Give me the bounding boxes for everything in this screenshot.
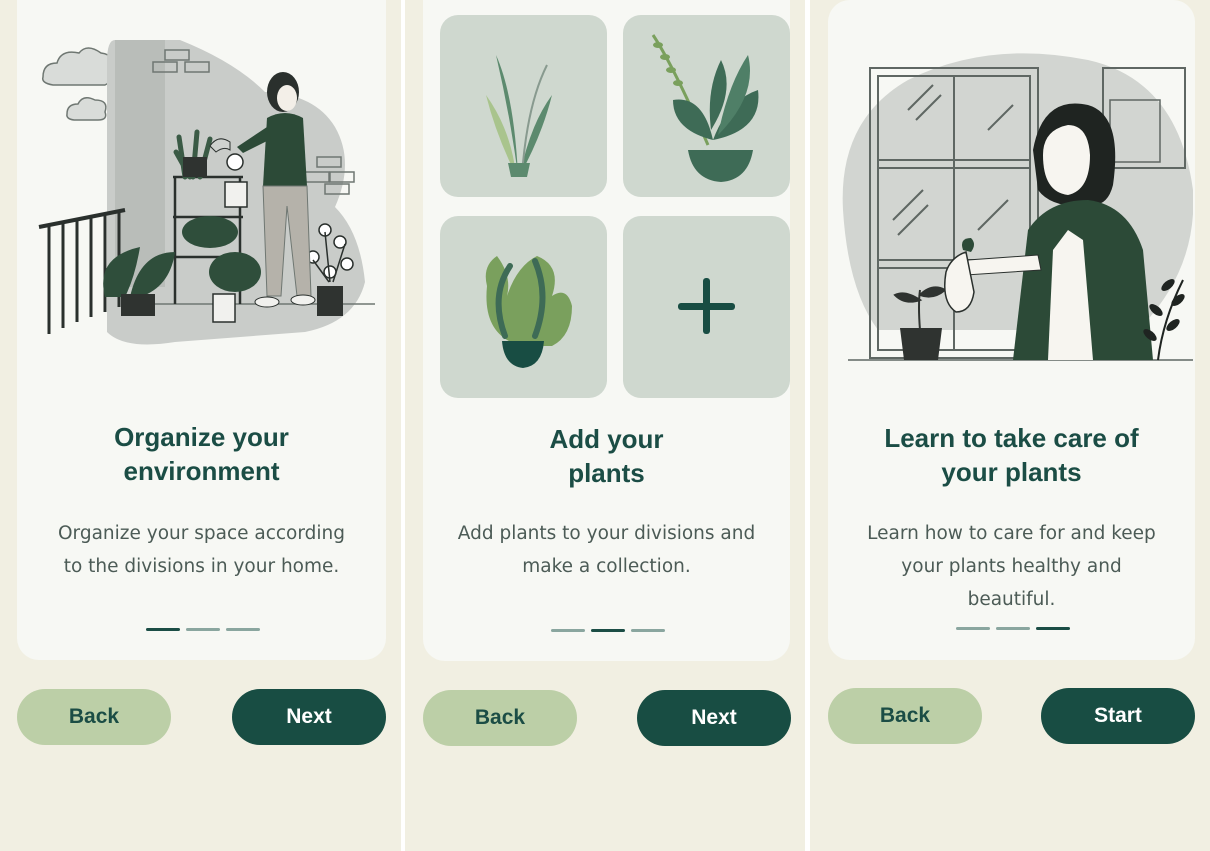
step-indicator-dot-3 <box>1036 627 1070 630</box>
step-description-line-1: Learn how to care for and keep <box>867 523 1156 544</box>
step-description-line-2: to the divisions in your home. <box>63 556 340 577</box>
plus-icon <box>678 278 735 334</box>
step-indicator <box>146 628 260 631</box>
step-description-line-2: your plants healthy and <box>901 556 1122 577</box>
next-button[interactable]: Next <box>232 689 386 745</box>
step-description-line-1: Add plants to your divisions and <box>457 523 756 544</box>
step-title-line-1: Add your <box>549 424 664 454</box>
step-indicator-dot-2 <box>591 629 625 632</box>
back-button[interactable]: Back <box>828 688 982 744</box>
step-description-line-1: Organize your space according <box>57 523 346 544</box>
plant-tile[interactable] <box>440 15 607 197</box>
step-indicator <box>956 627 1070 630</box>
step-indicator-dot-1 <box>551 629 585 632</box>
step-description-line-3: beautiful. <box>967 589 1056 610</box>
onboarding-screen-2: Add your plants Add plants to your divis… <box>405 0 805 851</box>
onboarding-screen-3: Learn to take care of your plants Learn … <box>810 0 1210 851</box>
step-title-line-1: Organize your <box>114 422 289 452</box>
step-description-line-2: make a collection. <box>522 556 691 577</box>
onboarding-card: Organize your environment Organize your … <box>17 0 386 660</box>
step-title-line-1: Learn to take care of <box>884 423 1139 453</box>
step-indicator-dot-2 <box>186 628 220 631</box>
step-indicator-dot-2 <box>996 627 1030 630</box>
back-button[interactable]: Back <box>17 689 171 745</box>
onboarding-card: Add your plants Add plants to your divis… <box>423 0 790 661</box>
back-button[interactable]: Back <box>423 690 577 746</box>
bushy-plant-icon <box>485 256 572 368</box>
step-title-line-2: plants <box>568 458 645 488</box>
step-title: Add your plants <box>423 422 790 490</box>
step-title-line-2: environment <box>123 456 280 486</box>
step-indicator-dot-1 <box>146 628 180 631</box>
add-plant-button[interactable] <box>623 216 790 398</box>
step-indicator-dot-3 <box>631 629 665 632</box>
step-description: Add plants to your divisions and make a … <box>423 517 790 583</box>
step-title: Organize your environment <box>17 420 386 488</box>
woman-spraying-plant-illustration <box>842 53 1193 361</box>
step-title-line-2: your plants <box>941 457 1082 487</box>
step-description: Learn how to care for and keep your plan… <box>828 517 1195 616</box>
woman-watering-plants-illustration <box>38 40 375 345</box>
step-description: Organize your space according to the div… <box>17 517 386 583</box>
pothos-plant-icon <box>651 34 759 182</box>
leafy-plant-icon <box>486 55 552 177</box>
step-indicator <box>551 629 665 632</box>
step-indicator-dot-1 <box>956 627 990 630</box>
onboarding-screen-1: Organize your environment Organize your … <box>0 0 401 851</box>
step-title: Learn to take care of your plants <box>828 421 1195 489</box>
start-button[interactable]: Start <box>1041 688 1195 744</box>
onboarding-card: Learn to take care of your plants Learn … <box>828 0 1195 660</box>
plant-tile[interactable] <box>623 15 790 197</box>
next-button[interactable]: Next <box>637 690 791 746</box>
step-indicator-dot-3 <box>226 628 260 631</box>
plant-tile[interactable] <box>440 216 607 398</box>
